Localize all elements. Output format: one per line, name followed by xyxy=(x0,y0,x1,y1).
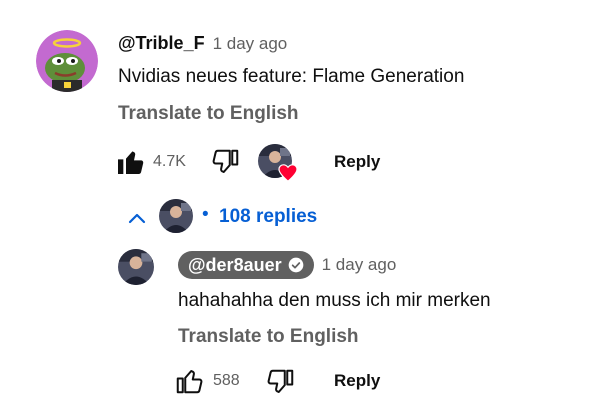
replies-separator-dot: • xyxy=(202,204,209,225)
replies-creator-avatar xyxy=(159,199,193,233)
commenter-avatar[interactable] xyxy=(36,30,98,92)
comment-author[interactable]: @Trible_F xyxy=(118,33,205,54)
reply-author-badge[interactable]: @der8auer xyxy=(178,251,314,279)
reply-translate-link[interactable]: Translate to English xyxy=(178,326,359,348)
comment-translate-link[interactable]: Translate to English xyxy=(118,103,299,125)
thumbs-up-outline-icon xyxy=(176,370,203,394)
thumbs-down-outline-icon xyxy=(212,149,239,173)
reply-timestamp[interactable]: 1 day ago xyxy=(322,255,397,275)
comment-like-count: 4.7K xyxy=(153,153,186,170)
creator-photo-icon xyxy=(118,249,154,285)
reply-like-count: 588 xyxy=(213,372,240,389)
comment-text: Nvidias neues feature: Flame Generation xyxy=(118,66,465,87)
verified-check-icon xyxy=(288,257,303,273)
heart-icon xyxy=(278,164,298,182)
comment-dislike-button[interactable] xyxy=(211,147,241,177)
comment-reply-button[interactable]: Reply xyxy=(334,152,380,172)
reply-dislike-button[interactable] xyxy=(266,367,296,397)
pepe-halo-avatar-icon xyxy=(36,30,98,92)
comment-thread: @Trible_F 1 day ago Nvidias neues featur… xyxy=(0,0,616,403)
creator-heart-badge[interactable] xyxy=(258,144,298,182)
thumbs-down-outline-icon xyxy=(267,369,294,393)
comment-timestamp[interactable]: 1 day ago xyxy=(213,34,288,54)
chevron-up-icon xyxy=(128,213,146,224)
thumbs-up-filled-icon xyxy=(118,151,144,174)
reply-text: hahahahha den muss ich mir merken xyxy=(178,290,491,311)
replies-count-link[interactable]: 108 replies xyxy=(219,206,317,228)
reply-header: @der8auer 1 day ago xyxy=(178,251,396,279)
comment-like-button[interactable] xyxy=(114,146,146,178)
reply-author-avatar[interactable] xyxy=(118,249,154,285)
replies-toggle[interactable]: • 108 replies xyxy=(125,199,335,239)
reply-like-button[interactable] xyxy=(174,366,204,396)
creator-photo-icon xyxy=(159,199,193,233)
reply-reply-button[interactable]: Reply xyxy=(334,371,380,391)
comment-header: @Trible_F 1 day ago xyxy=(118,33,287,54)
reply-author: @der8auer xyxy=(188,255,282,275)
